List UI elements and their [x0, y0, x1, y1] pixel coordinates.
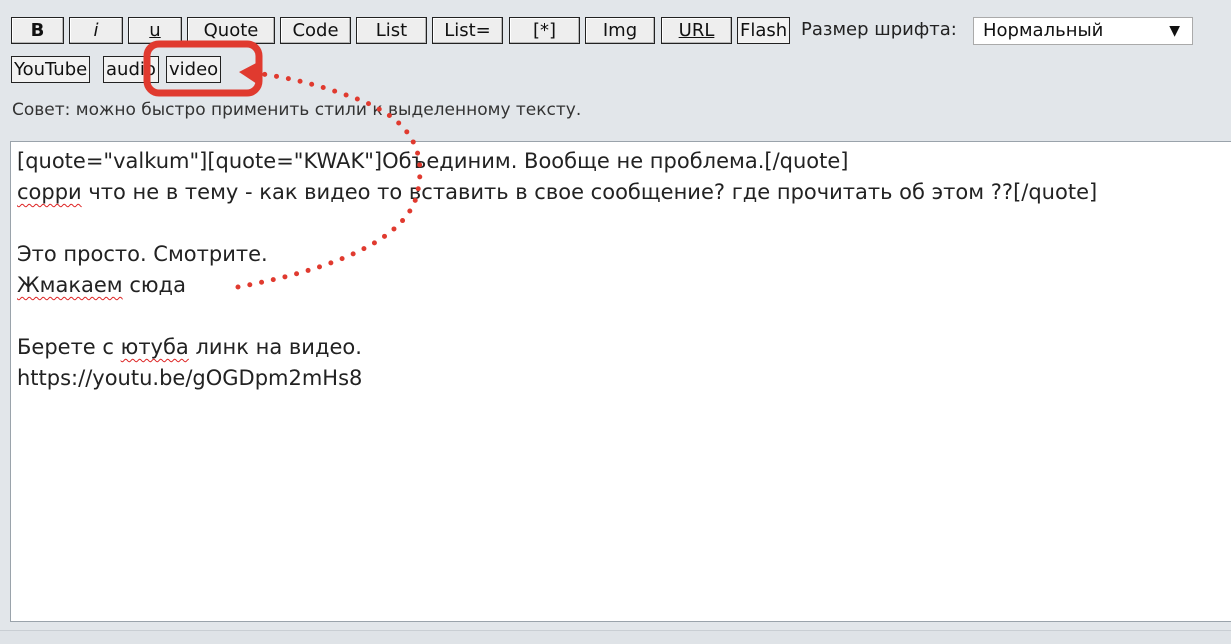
message-textarea[interactable]: [quote="valkum"][quote="KWAK"]Объединим.…: [10, 141, 1231, 622]
list-button[interactable]: List: [356, 17, 427, 44]
dropdown-arrow-icon: ▼: [1169, 23, 1180, 39]
code-button[interactable]: Code: [280, 17, 351, 44]
url-button[interactable]: URL: [661, 17, 732, 44]
font-size-select[interactable]: Нормальный ▼: [973, 17, 1193, 45]
misspelled-word: сорри: [17, 180, 82, 204]
underline-button[interactable]: u: [128, 17, 182, 44]
editor-line: https://youtu.be/gOGDpm2mHs8: [17, 366, 363, 390]
video-button[interactable]: video: [166, 56, 222, 83]
tip-text: Совет: можно быстро применить стили к вы…: [12, 100, 582, 120]
editor-text: линк на видео.: [188, 335, 362, 359]
editor-blank-line: [17, 208, 1231, 239]
italic-button[interactable]: i: [69, 17, 123, 44]
editor-line: сорри что не в тему - как видео то встав…: [17, 177, 1231, 208]
editor-text: что не в тему - как видео то вставить в …: [81, 180, 1098, 204]
editor-line: Это просто. Смотрите.: [17, 242, 268, 266]
ordered-list-button[interactable]: List=: [432, 17, 503, 44]
arrow-head-icon: [239, 60, 262, 86]
list-item-button[interactable]: [*]: [509, 17, 580, 44]
font-size-label: Размер шрифта:: [801, 19, 957, 40]
img-button[interactable]: Img: [585, 17, 655, 44]
quote-button[interactable]: Quote: [187, 17, 275, 44]
bold-button[interactable]: B: [11, 17, 64, 44]
editor-line: Берете с ютуба линк на видео.: [17, 332, 1231, 363]
editor-text: Берете с: [17, 335, 121, 359]
editor-text: сюда: [122, 273, 186, 297]
font-size-value: Нормальный: [983, 20, 1104, 41]
bottom-bar: [0, 630, 1231, 644]
editor-line: [quote="valkum"][quote="KWAK"]Объединим.…: [17, 149, 849, 173]
misspelled-word: Жмакаем: [17, 273, 123, 297]
youtube-button[interactable]: YouTube: [11, 56, 91, 83]
editor-blank-line: [17, 301, 1231, 332]
flash-button[interactable]: Flash: [737, 17, 791, 44]
audio-button[interactable]: audio: [103, 56, 159, 83]
editor-line: Жмакаем сюда: [17, 270, 1231, 301]
misspelled-word: ютуба: [120, 335, 189, 359]
